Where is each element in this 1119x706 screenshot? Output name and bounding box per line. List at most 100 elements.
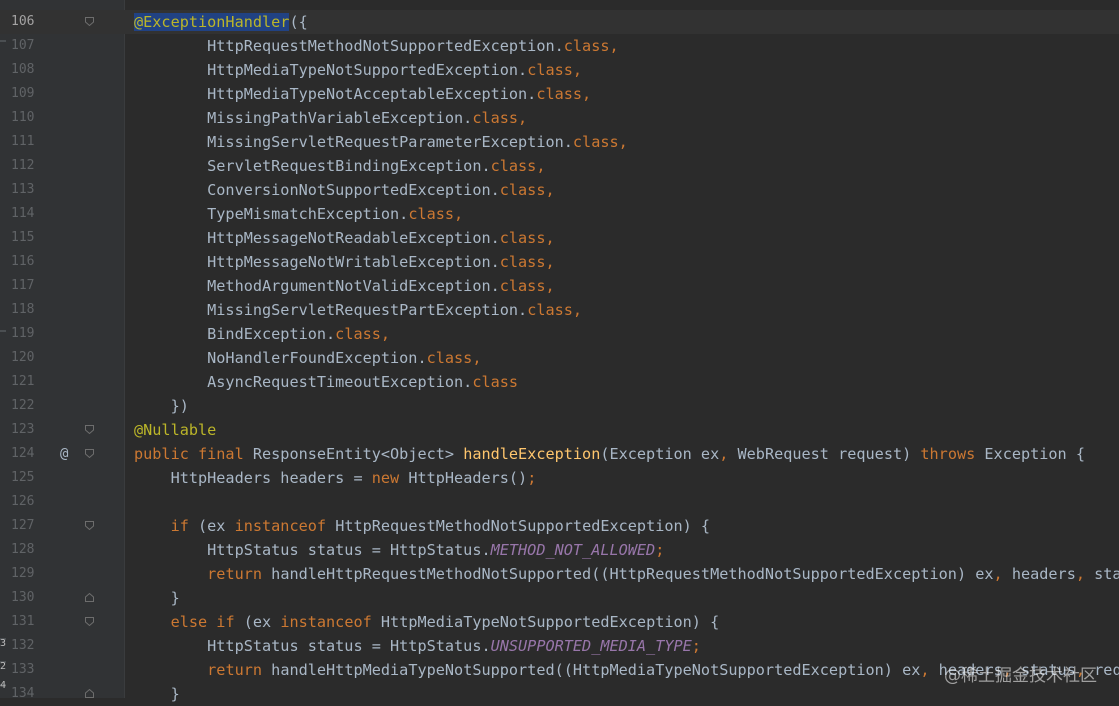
code-token: instanceof	[234, 517, 336, 535]
code-line[interactable]: 111 MissingServletRequestParameterExcept…	[0, 130, 1119, 154]
code-token: ,	[993, 565, 1012, 583]
code-line[interactable]: 113 ConversionNotSupportedException.clas…	[0, 178, 1119, 202]
code-text: HttpMediaTypeNotSupportedException.class…	[134, 58, 582, 82]
code-line[interactable]: 110 MissingPathVariableException.class,	[0, 106, 1119, 130]
code-token: @Nullable	[134, 421, 217, 439]
fold-collapse-icon[interactable]	[85, 449, 94, 458]
left-panel-number-stub: 2	[0, 661, 7, 672]
code-line[interactable]: 120 NoHandlerFoundException.class,	[0, 346, 1119, 370]
code-token: if	[170, 517, 199, 535]
code-token: class,	[499, 277, 555, 295]
code-line[interactable]: 132 HttpStatus status = HttpStatus.UNSUP…	[0, 634, 1119, 658]
code-line[interactable]: 122 })	[0, 394, 1119, 418]
line-number: 113	[11, 182, 35, 197]
line-number: 115	[11, 230, 35, 245]
code-token: ServletRequestBindingException.	[134, 157, 491, 175]
code-token: ,	[1075, 565, 1095, 583]
fold-collapse-icon[interactable]	[85, 425, 94, 434]
code-token: return	[207, 565, 272, 583]
code-line[interactable]: 126	[0, 490, 1119, 514]
code-text: HttpStatus status = HttpStatus.METHOD_NO…	[134, 538, 664, 562]
code-token: class,	[472, 109, 528, 127]
code-token: }	[134, 685, 180, 703]
code-token: AsyncRequestTimeoutException.	[134, 373, 473, 391]
line-number: 106	[11, 14, 35, 29]
code-text: AsyncRequestTimeoutException.class	[134, 370, 518, 394]
code-text: else if (ex instanceof HttpMediaTypeNotS…	[134, 610, 720, 634]
code-line[interactable]: 124 @ public final ResponseEntity<Object> …	[0, 442, 1119, 466]
code-token: METHOD_NOT_ALLOWED	[490, 541, 656, 559]
code-line[interactable]: 118 MissingServletRequestPartException.c…	[0, 298, 1119, 322]
code-token: reque	[1094, 661, 1119, 679]
code-text: @Nullable	[134, 418, 216, 442]
code-line[interactable]: 119 BindException.class,	[0, 322, 1119, 346]
code-text: BindException.class,	[134, 322, 390, 346]
code-line[interactable]: 116 HttpMessageNotWritableException.clas…	[0, 250, 1119, 274]
code-token: class,	[335, 325, 391, 343]
code-line[interactable]: 125 HttpHeaders headers = new HttpHeader…	[0, 466, 1119, 490]
code-editor[interactable]: 106 @ExceptionHandler({107 HttpRequestMet…	[0, 10, 1119, 706]
code-token: HttpMediaTypeNotSupportedException.	[134, 61, 528, 79]
code-text: }	[134, 586, 180, 610]
code-line[interactable]: 115 HttpMessageNotReadableException.clas…	[0, 226, 1119, 250]
code-token: return	[207, 661, 272, 679]
code-token: TypeMismatchException.	[134, 205, 409, 223]
code-text: MissingPathVariableException.class,	[134, 106, 527, 130]
code-line[interactable]: 117 MethodArgumentNotValidException.clas…	[0, 274, 1119, 298]
code-line[interactable]: 112 ServletRequestBindingException.class…	[0, 154, 1119, 178]
watermark: @稀土掘金技术社区	[944, 666, 1097, 686]
line-number: 125	[11, 470, 35, 485]
code-line[interactable]: 129 return handleHttpRequestMethodNotSup…	[0, 562, 1119, 586]
code-line[interactable]: 128 HttpStatus status = HttpStatus.METHO…	[0, 538, 1119, 562]
code-token: throws	[920, 445, 985, 463]
fold-end-icon[interactable]	[85, 593, 94, 602]
code-line[interactable]: 123 @Nullable	[0, 418, 1119, 442]
code-token: Exception {	[984, 445, 1085, 463]
line-number: 116	[11, 254, 35, 269]
code-token: class	[472, 373, 519, 391]
code-token: (ex	[243, 613, 281, 631]
code-line[interactable]: 108 HttpMediaTypeNotSupportedException.c…	[0, 58, 1119, 82]
code-token: class,	[490, 157, 546, 175]
override-marker-icon[interactable]: @	[60, 442, 68, 466]
code-token: HttpMessageNotReadableException.	[134, 229, 500, 247]
code-line[interactable]: 106 @ExceptionHandler({	[0, 10, 1119, 34]
fold-collapse-icon[interactable]	[85, 617, 94, 626]
fold-end-icon[interactable]	[85, 689, 94, 698]
left-panel-number-stub: 3	[0, 638, 7, 649]
code-token: else if	[170, 613, 244, 631]
code-token: HttpStatus status = HttpStatus.	[134, 637, 491, 655]
line-number: 123	[11, 422, 35, 437]
fold-collapse-icon[interactable]	[85, 521, 94, 530]
code-token: handleHttpRequestMethodNotSupported((Htt…	[271, 565, 994, 583]
code-token: class,	[408, 205, 464, 223]
code-token: class,	[527, 301, 583, 319]
code-token: new	[371, 469, 409, 487]
code-line[interactable]: 130 }	[0, 586, 1119, 610]
code-text: HttpMediaTypeNotAcceptableException.clas…	[134, 82, 591, 106]
code-token: BindException.	[134, 325, 336, 343]
code-line[interactable]: 127 if (ex instanceof HttpRequestMethodN…	[0, 514, 1119, 538]
code-line[interactable]: 131 else if (ex instanceof HttpMediaType…	[0, 610, 1119, 634]
code-token: }	[134, 589, 180, 607]
code-text: return handleHttpRequestMethodNotSupport…	[134, 562, 1119, 586]
code-token: HttpRequestMethodNotSupportedException) …	[335, 517, 711, 535]
code-token: public final	[134, 445, 253, 463]
code-token: ResponseEntity<Object>	[252, 445, 464, 463]
code-line[interactable]: 109 HttpMediaTypeNotAcceptableException.…	[0, 82, 1119, 106]
fold-collapse-icon[interactable]	[85, 17, 94, 26]
code-text: NoHandlerFoundException.class,	[134, 346, 481, 370]
code-line[interactable]: 114 TypeMismatchException.class,	[0, 202, 1119, 226]
code-token: MissingPathVariableException.	[134, 109, 473, 127]
code-token: ;	[655, 541, 665, 559]
line-number: 129	[11, 566, 35, 581]
line-number: 117	[11, 278, 35, 293]
code-text: }	[134, 682, 180, 706]
line-number: 122	[11, 398, 35, 413]
code-token: HttpMessageNotWritableException.	[134, 253, 500, 271]
code-line[interactable]: 107 HttpRequestMethodNotSupportedExcepti…	[0, 34, 1119, 58]
code-text: HttpMessageNotWritableException.class,	[134, 250, 554, 274]
code-text: })	[134, 394, 189, 418]
code-text: HttpStatus status = HttpStatus.UNSUPPORT…	[134, 634, 701, 658]
code-line[interactable]: 121 AsyncRequestTimeoutException.class	[0, 370, 1119, 394]
